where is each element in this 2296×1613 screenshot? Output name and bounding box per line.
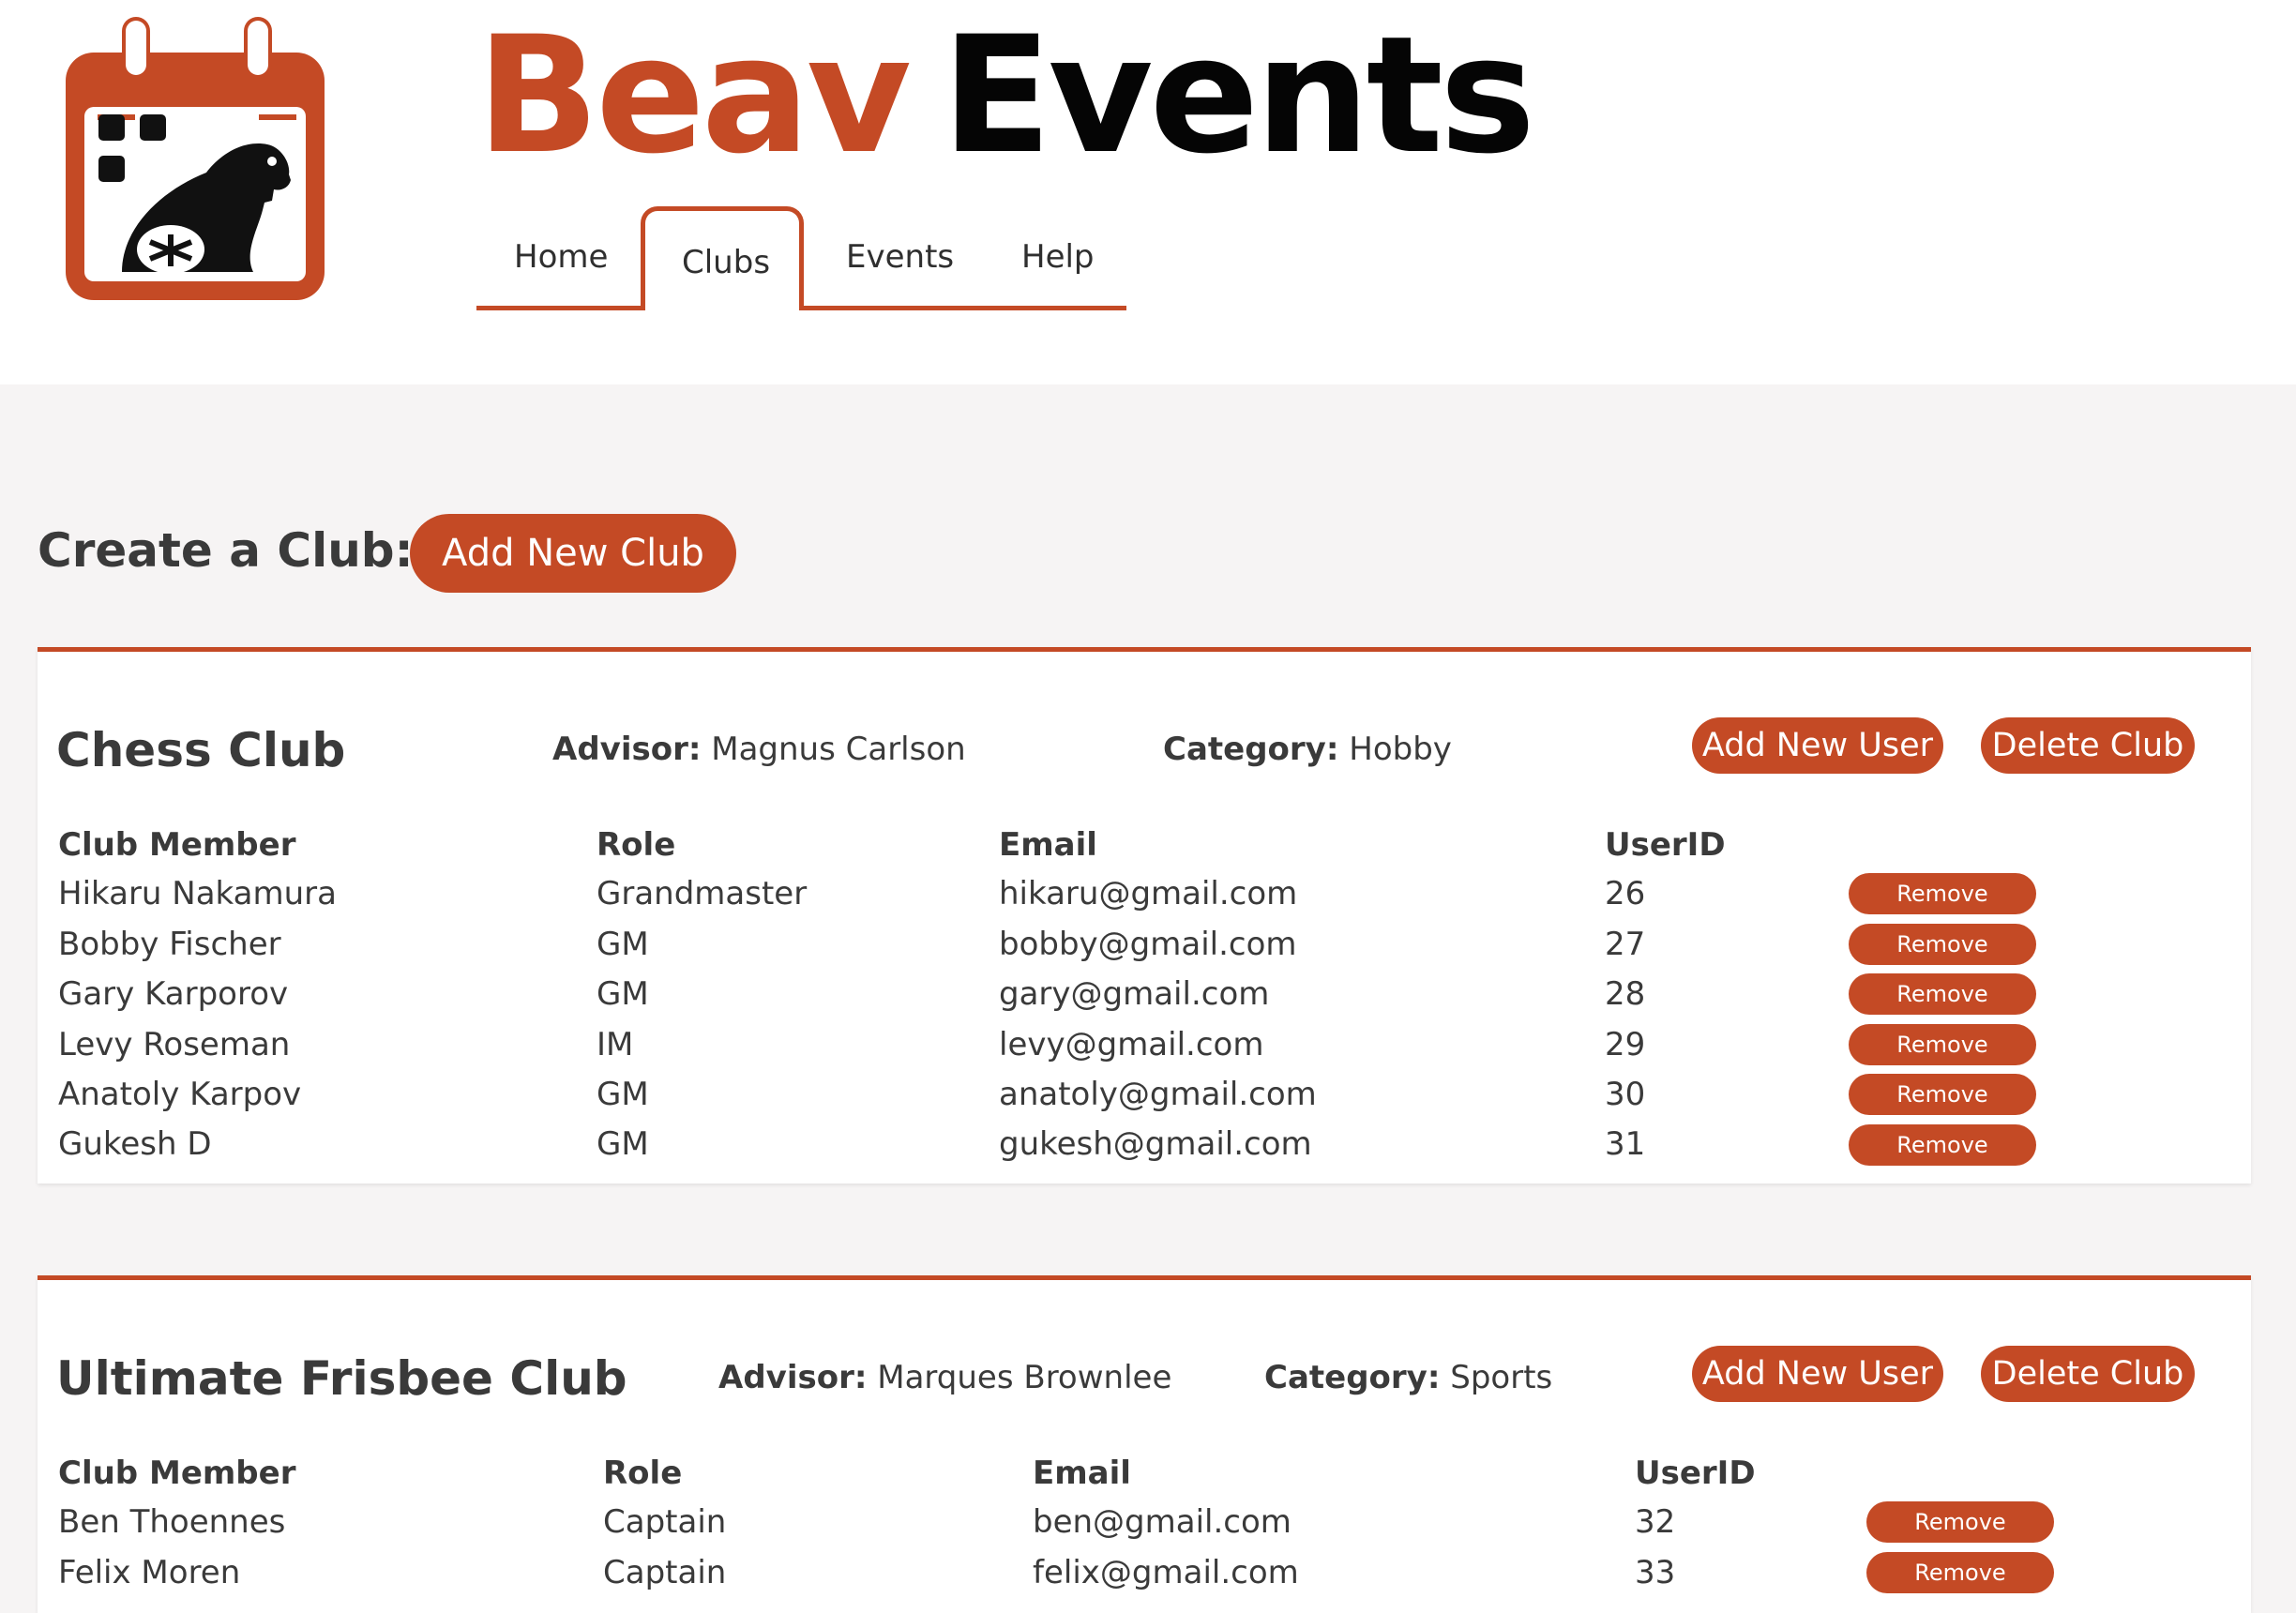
member-role: Grandmaster: [597, 875, 808, 912]
category-label: Category:: [1264, 1359, 1441, 1396]
member-email: anatoly@gmail.com: [999, 1076, 1317, 1113]
member-email: hikaru@gmail.com: [999, 875, 1298, 912]
column-header-member: Club Member: [58, 1455, 296, 1492]
site-header: Beav Events Home Clubs Events Help: [0, 0, 2296, 384]
member-role: GM: [597, 926, 649, 963]
remove-member-button[interactable]: Remove: [1849, 924, 2036, 965]
member-email: gukesh@gmail.com: [999, 1125, 1312, 1163]
tab-clubs[interactable]: Clubs: [682, 244, 770, 281]
add-new-user-button[interactable]: Add New User: [1692, 717, 1943, 774]
member-email: levy@gmail.com: [999, 1026, 1264, 1063]
calendar-beaver-icon[interactable]: [56, 13, 338, 313]
club-name: Ultimate Frisbee Club: [56, 1351, 627, 1406]
column-header-userid: UserID: [1605, 826, 1726, 864]
remove-member-button[interactable]: Remove: [1849, 1074, 2036, 1115]
advisor-label: Advisor:: [718, 1359, 868, 1396]
member-name: Ben Thoennes: [58, 1503, 286, 1541]
brand-title: Beav Events: [476, 15, 1535, 176]
delete-club-button[interactable]: Delete Club: [1981, 1346, 2195, 1402]
delete-club-button[interactable]: Delete Club: [1981, 717, 2195, 774]
tab-home[interactable]: Home: [514, 238, 608, 276]
member-role: GM: [597, 1076, 649, 1113]
member-email: gary@gmail.com: [999, 975, 1270, 1013]
brand-title-accent: Beav: [476, 1, 912, 189]
brand-title-main: Events: [941, 1, 1535, 189]
member-name: Levy Roseman: [58, 1026, 291, 1063]
member-userid: 26: [1605, 875, 1646, 912]
category-value: Sports: [1450, 1359, 1553, 1396]
remove-member-button[interactable]: Remove: [1866, 1552, 2054, 1593]
add-new-user-button[interactable]: Add New User: [1692, 1346, 1943, 1402]
member-role: GM: [597, 975, 649, 1013]
club-advisor: Advisor: Magnus Carlson: [552, 731, 966, 768]
member-userid: 33: [1635, 1554, 1676, 1591]
remove-member-button[interactable]: Remove: [1849, 973, 2036, 1015]
member-name: Anatoly Karpov: [58, 1076, 302, 1113]
member-role: Captain: [603, 1554, 727, 1591]
club-advisor: Advisor: Marques Brownlee: [718, 1359, 1171, 1396]
member-userid: 29: [1605, 1026, 1646, 1063]
nav-underline: [476, 306, 645, 310]
category-value: Hobby: [1349, 731, 1452, 768]
member-role: GM: [597, 1125, 649, 1163]
advisor-label: Advisor:: [552, 731, 702, 768]
member-name: Bobby Fischer: [58, 926, 281, 963]
member-name: Felix Moren: [58, 1554, 241, 1591]
member-userid: 32: [1635, 1503, 1676, 1541]
member-email: bobby@gmail.com: [999, 926, 1297, 963]
club-category: Category: Sports: [1264, 1359, 1552, 1396]
advisor-value: Magnus Carlson: [711, 731, 966, 768]
tab-help[interactable]: Help: [1021, 238, 1095, 276]
club-card-frisbee: Ultimate Frisbee Club Advisor: Marques B…: [38, 1275, 2251, 1613]
member-name: Hikaru Nakamura: [58, 875, 337, 912]
category-label: Category:: [1163, 731, 1339, 768]
remove-member-button[interactable]: Remove: [1849, 1024, 2036, 1065]
column-header-role: Role: [597, 826, 676, 864]
column-header-role: Role: [603, 1455, 683, 1492]
advisor-value: Marques Brownlee: [877, 1359, 1172, 1396]
column-header-email: Email: [1033, 1455, 1131, 1492]
column-header-userid: UserID: [1635, 1455, 1756, 1492]
member-userid: 31: [1605, 1125, 1646, 1163]
create-club-label: Create a Club:: [38, 523, 414, 578]
club-name: Chess Club: [56, 723, 346, 777]
member-name: Gary Karporov: [58, 975, 289, 1013]
member-userid: 28: [1605, 975, 1646, 1013]
remove-member-button[interactable]: Remove: [1866, 1501, 2054, 1543]
club-category: Category: Hobby: [1163, 731, 1452, 768]
column-header-email: Email: [999, 826, 1097, 864]
member-role: Captain: [603, 1503, 727, 1541]
member-name: Gukesh D: [58, 1125, 212, 1163]
member-userid: 30: [1605, 1076, 1646, 1113]
tab-events[interactable]: Events: [846, 238, 954, 276]
column-header-member: Club Member: [58, 826, 296, 864]
member-userid: 27: [1605, 926, 1646, 963]
member-email: ben@gmail.com: [1033, 1503, 1292, 1541]
add-new-club-button[interactable]: Add New Club: [410, 514, 736, 593]
member-role: IM: [597, 1026, 634, 1063]
nav-underline: [804, 306, 1126, 310]
remove-member-button[interactable]: Remove: [1849, 1124, 2036, 1166]
member-email: felix@gmail.com: [1033, 1554, 1299, 1591]
club-card-chess: Chess Club Advisor: Magnus Carlson Categ…: [38, 647, 2251, 1183]
remove-member-button[interactable]: Remove: [1849, 873, 2036, 914]
